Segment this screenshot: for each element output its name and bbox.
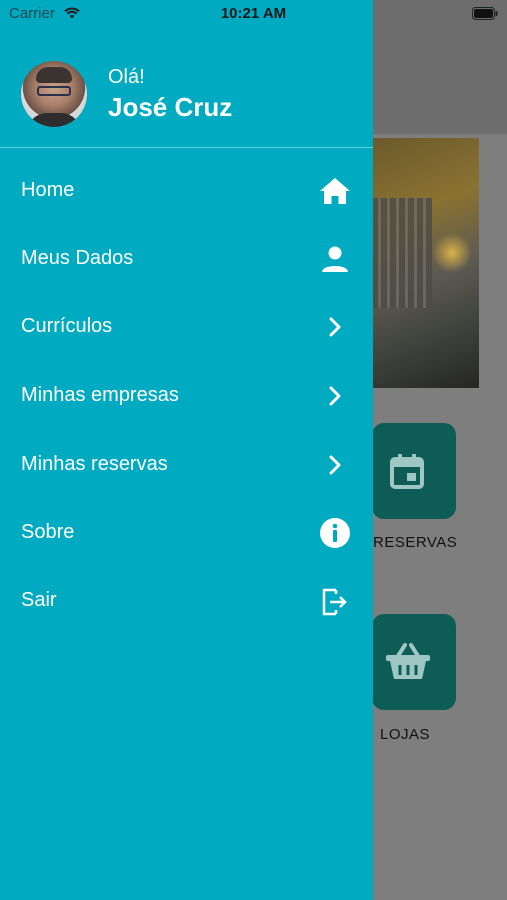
menu-item-label: Sobre — [21, 521, 75, 543]
status-time: 10:21 AM — [220, 5, 287, 22]
person-icon — [316, 240, 354, 278]
reservas-tile[interactable] — [372, 423, 456, 519]
greeting-text: Olá! — [108, 66, 145, 88]
menu-item-home[interactable]: Home — [0, 158, 373, 226]
banner-image — [372, 138, 479, 388]
lojas-tile[interactable] — [372, 614, 456, 710]
menu-item-minhas-reservas[interactable]: Minhas reservas — [0, 432, 373, 500]
menu-item-label: Sair — [21, 589, 57, 611]
basket-icon — [386, 643, 430, 679]
lojas-tile-label: LOJAS — [380, 726, 431, 743]
menu-item-curriculos[interactable]: Currículos — [0, 294, 373, 362]
menu-item-meus-dados[interactable]: Meus Dados — [0, 226, 373, 294]
home-icon — [316, 172, 354, 210]
chevron-right-icon — [316, 446, 354, 484]
side-drawer: Olá! José Cruz Home Meus Dados Currículo… — [0, 0, 373, 900]
menu-item-label: Minhas empresas — [21, 384, 179, 406]
menu-item-label: Minhas reservas — [21, 453, 168, 475]
avatar — [21, 61, 87, 127]
header-divider — [0, 147, 373, 148]
battery-icon — [472, 7, 498, 20]
menu-item-minhas-empresas[interactable]: Minhas empresas — [0, 363, 373, 431]
menu-item-label: Currículos — [21, 315, 113, 337]
info-icon — [316, 514, 354, 552]
logout-icon — [316, 582, 354, 620]
user-name: José Cruz — [108, 92, 233, 122]
status-bar: Carrier 10:21 AM — [0, 0, 507, 28]
reservas-tile-label: RESERVAS — [373, 534, 458, 551]
menu-item-sair[interactable]: Sair — [0, 568, 373, 636]
chevron-right-icon — [316, 377, 354, 415]
drawer-header: Olá! José Cruz — [0, 28, 373, 146]
calendar-icon — [390, 454, 424, 489]
menu-item-label: Meus Dados — [21, 247, 134, 269]
menu-item-sobre[interactable]: Sobre — [0, 500, 373, 568]
menu-item-label: Home — [21, 179, 75, 201]
chevron-right-icon — [316, 308, 354, 346]
